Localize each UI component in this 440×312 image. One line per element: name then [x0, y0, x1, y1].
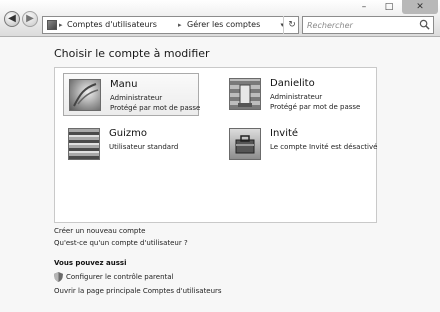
account-name: Guizmo	[109, 128, 147, 139]
breadcrumb-manage-accounts[interactable]: Gérer les comptes	[187, 18, 260, 32]
search-box	[302, 16, 434, 34]
address-bar[interactable]: ▸ Comptes d'utilisateurs ▸ Gérer les com…	[42, 16, 299, 34]
accounts-panel: Manu Administrateur Protégé par mot de p…	[54, 67, 377, 223]
search-icon[interactable]	[419, 19, 430, 30]
minimize-button[interactable]: –	[352, 0, 376, 14]
breadcrumb-user-accounts[interactable]: Comptes d'utilisateurs	[67, 18, 157, 32]
what-is-account-link[interactable]: Qu'est-ce qu'un compte d'utilisateur ?	[54, 239, 188, 247]
account-type: Administrateur	[110, 94, 163, 102]
account-name: Invité	[270, 128, 299, 139]
account-tile-guizmo[interactable]: Guizmo Utilisateur standard	[63, 123, 199, 166]
flower-avatar	[69, 79, 101, 111]
maximize-button[interactable]: □	[377, 0, 401, 14]
page-title: Choisir le compte à modifier	[54, 47, 210, 60]
main-content: Choisir le compte à modifier Manu Admini…	[0, 37, 440, 312]
account-name: Manu	[110, 79, 138, 90]
account-type: Administrateur	[270, 93, 323, 101]
account-tile-guest[interactable]: Invité Le compte Invité est désactivé	[224, 123, 377, 166]
account-name: Danielito	[270, 78, 315, 89]
forward-button[interactable]: ▶	[22, 11, 38, 27]
window: – □ ✕ ◀ ▶ ▸ Comptes d'utilisateurs ▸ Gér…	[0, 0, 440, 312]
chess-avatar	[229, 78, 261, 110]
refresh-icon: ↻	[288, 20, 296, 30]
close-button[interactable]: ✕	[402, 0, 438, 14]
parental-control-link[interactable]: Configurer le contrôle parental	[66, 273, 173, 281]
shield-icon	[54, 272, 63, 282]
navigation-bar: – □ ✕ ◀ ▶ ▸ Comptes d'utilisateurs ▸ Gér…	[0, 0, 440, 37]
breadcrumb-separator-icon: ▸	[178, 21, 182, 29]
pattern-avatar	[68, 128, 100, 160]
account-password-status: Protégé par mot de passe	[110, 104, 201, 112]
guest-briefcase-avatar	[229, 128, 261, 160]
account-password-status: Protégé par mot de passe	[270, 103, 361, 111]
see-also-heading: Vous pouvez aussi	[54, 259, 127, 267]
account-tile-manu[interactable]: Manu Administrateur Protégé par mot de p…	[63, 73, 201, 116]
breadcrumb-separator-icon: ▸	[59, 21, 63, 29]
search-input[interactable]	[305, 17, 417, 33]
control-panel-icon	[47, 20, 57, 30]
back-button[interactable]: ◀	[4, 11, 20, 27]
account-tile-danielito[interactable]: Danielito Administrateur Protégé par mot…	[224, 73, 360, 116]
main-page-link[interactable]: Ouvrir la page principale Comptes d'util…	[54, 287, 222, 295]
create-account-link[interactable]: Créer un nouveau compte	[54, 227, 145, 235]
account-type: Utilisateur standard	[109, 143, 179, 151]
account-status: Le compte Invité est désactivé	[270, 143, 378, 151]
forward-arrow-icon: ▶	[26, 13, 34, 24]
refresh-button[interactable]: ↻	[283, 16, 300, 34]
back-arrow-icon: ◀	[8, 13, 16, 24]
